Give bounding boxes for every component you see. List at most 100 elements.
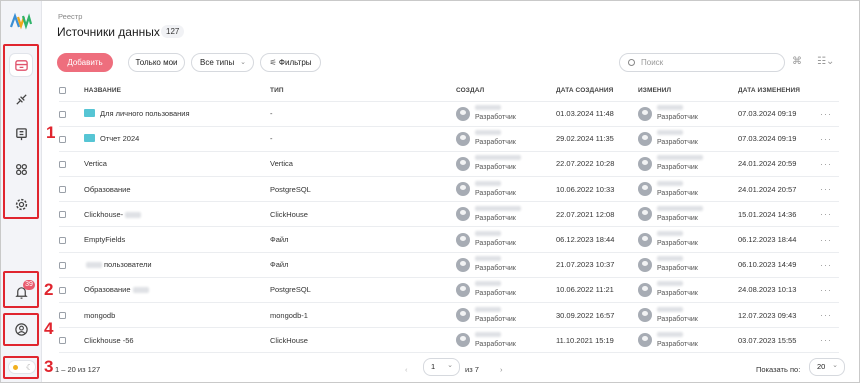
name-cell[interactable]: Для личного пользования	[84, 101, 270, 127]
page-select[interactable]: 1 ⌄	[423, 358, 460, 376]
modifier-cell: Разработчик	[638, 151, 738, 178]
plug-icon	[15, 93, 27, 105]
search-icon	[628, 59, 635, 66]
row-checkbox[interactable]	[59, 236, 66, 244]
table-row[interactable]: Для личного пользования - Разработчик 01.03…	[59, 101, 839, 127]
type-cell: -	[270, 126, 456, 152]
select-all-checkbox[interactable]	[59, 87, 66, 95]
folder-icon	[84, 134, 95, 143]
row-checkbox[interactable]	[59, 312, 66, 320]
name-cell[interactable]: Образование	[84, 176, 270, 203]
more-icon[interactable]: ···	[820, 134, 832, 144]
breadcrumb[interactable]: Реестр	[58, 12, 82, 21]
gear-icon	[15, 198, 27, 210]
nav-profile[interactable]	[10, 318, 32, 340]
column-header-type[interactable]: ТИП	[270, 81, 456, 102]
table-row[interactable]: Образование PostgreSQL Разработчик 10.06.20…	[59, 176, 839, 203]
only-mine-button[interactable]: Только мои	[128, 53, 185, 72]
add-button[interactable]: Добавить	[57, 53, 113, 72]
nav-reports[interactable]	[10, 123, 32, 145]
next-page-icon[interactable]: ›	[500, 365, 503, 374]
page-size-select[interactable]: 20 ⌄	[809, 358, 845, 376]
name-cell[interactable]: Clickhouse-	[84, 201, 270, 228]
table-row[interactable]: Vertica Vertica Разработчик 22.07.2022 10:2…	[59, 151, 839, 178]
table-row[interactable]: Образование PostgreSQL Разработчик 10.06.20…	[59, 277, 839, 304]
name-cell[interactable]: mongodb	[84, 302, 270, 329]
more-icon[interactable]: ···	[820, 310, 832, 320]
page-size-label: Показать по:	[756, 365, 801, 374]
link-icon[interactable]: ⌘	[792, 56, 802, 67]
theme-toggle[interactable]: ☾	[8, 360, 36, 374]
redacted-text	[657, 331, 683, 337]
row-checkbox[interactable]	[59, 186, 66, 194]
actions-cell: ···	[820, 201, 839, 228]
nav-widgets[interactable]	[10, 158, 32, 180]
nav-integrations[interactable]	[10, 88, 32, 110]
name-cell[interactable]: Образование	[84, 277, 270, 304]
column-header-created-date[interactable]: ДАТА СОЗДАНИЯ	[556, 81, 638, 102]
row-checkbox[interactable]	[59, 110, 66, 118]
name-cell[interactable]: Vertica	[84, 151, 270, 178]
view-toggle-icon[interactable]: ☷⌄	[817, 56, 834, 67]
name-cell[interactable]: пользователи	[84, 252, 270, 278]
table-row[interactable]: Clickhouse -56 ClickHouse Разработчик 11.10…	[59, 327, 839, 354]
avatar	[638, 207, 652, 222]
column-header-creator[interactable]: СОЗДАЛ	[456, 81, 556, 102]
avatar	[456, 131, 470, 146]
modifier-cell: Разработчик	[638, 176, 738, 203]
column-header-name[interactable]: НАЗВАНИЕ	[84, 81, 270, 102]
more-icon[interactable]: ···	[820, 209, 832, 219]
row-checkbox[interactable]	[59, 160, 66, 168]
redacted-text	[475, 180, 501, 186]
row-checkbox[interactable]	[59, 211, 66, 219]
nav-settings[interactable]	[10, 193, 32, 215]
table-header: НАЗВАНИЕ ТИП СОЗДАЛ ДАТА СОЗДАНИЯ ИЗМЕНИ…	[59, 81, 839, 102]
row-select-cell	[59, 151, 84, 178]
avatar	[638, 106, 652, 121]
modified-date-cell: 15.01.2024 14:36	[738, 201, 820, 228]
column-header-modifier[interactable]: ИЗМЕНИЛ	[638, 81, 738, 102]
row-checkbox[interactable]	[59, 135, 66, 143]
creator-role: Разработчик	[475, 189, 516, 197]
actions-cell: ···	[820, 277, 839, 304]
more-icon[interactable]: ···	[820, 159, 832, 169]
name-cell[interactable]: Clickhouse -56	[84, 327, 270, 354]
type-cell: ClickHouse	[270, 201, 456, 228]
more-icon[interactable]: ···	[820, 109, 832, 119]
type-cell: Файл	[270, 252, 456, 278]
creator-cell: Разработчик	[456, 252, 556, 278]
modifier-role: Разработчик	[657, 139, 698, 147]
search-input[interactable]: Поиск	[619, 53, 785, 72]
nav-registry[interactable]	[10, 54, 32, 76]
more-icon[interactable]: ···	[820, 235, 832, 245]
actions-cell: ···	[820, 151, 839, 178]
row-checkbox[interactable]	[59, 337, 66, 345]
more-icon[interactable]: ···	[820, 285, 832, 295]
table-row[interactable]: пользователи Файл Разработчик 21.07.2023 10…	[59, 252, 839, 278]
column-header-modified-date[interactable]: ДАТА ИЗМЕНЕНИЯ	[738, 81, 820, 102]
table-row[interactable]: EmptyFields Файл Разработчик 06.12.2023 18:…	[59, 226, 839, 253]
name-cell[interactable]: Отчет 2024	[84, 126, 270, 152]
avatar	[638, 232, 652, 247]
source-name: Vertica	[84, 159, 107, 169]
row-checkbox[interactable]	[59, 286, 66, 294]
page-title: Источники данных	[57, 25, 160, 39]
prev-page-icon[interactable]: ‹	[405, 365, 408, 374]
filters-button[interactable]: ⚟ Фильтры	[260, 53, 321, 72]
app-logo[interactable]	[10, 12, 32, 30]
created-date-cell: 01.03.2024 11:48	[556, 101, 638, 127]
creator-role: Разработчик	[475, 139, 516, 147]
actions-cell: ···	[820, 327, 839, 354]
filters-label: Фильтры	[278, 58, 312, 67]
table-row[interactable]: mongodb mongodb-1 Разработчик 30.09.2022 16…	[59, 302, 839, 329]
name-cell[interactable]: EmptyFields	[84, 226, 270, 253]
row-checkbox[interactable]	[59, 261, 66, 269]
more-icon[interactable]: ···	[820, 184, 832, 194]
more-icon[interactable]: ···	[820, 260, 832, 270]
table-row[interactable]: Отчет 2024 - Разработчик 29.02.2024 11:35 Ра…	[59, 126, 839, 152]
table-row[interactable]: Clickhouse- ClickHouse Разработчик 22.07.20…	[59, 201, 839, 228]
type-cell: Vertica	[270, 151, 456, 178]
more-icon[interactable]: ···	[820, 335, 832, 345]
source-name: Для личного пользования	[100, 109, 190, 119]
type-select[interactable]: Все типы ⌄	[191, 53, 254, 72]
